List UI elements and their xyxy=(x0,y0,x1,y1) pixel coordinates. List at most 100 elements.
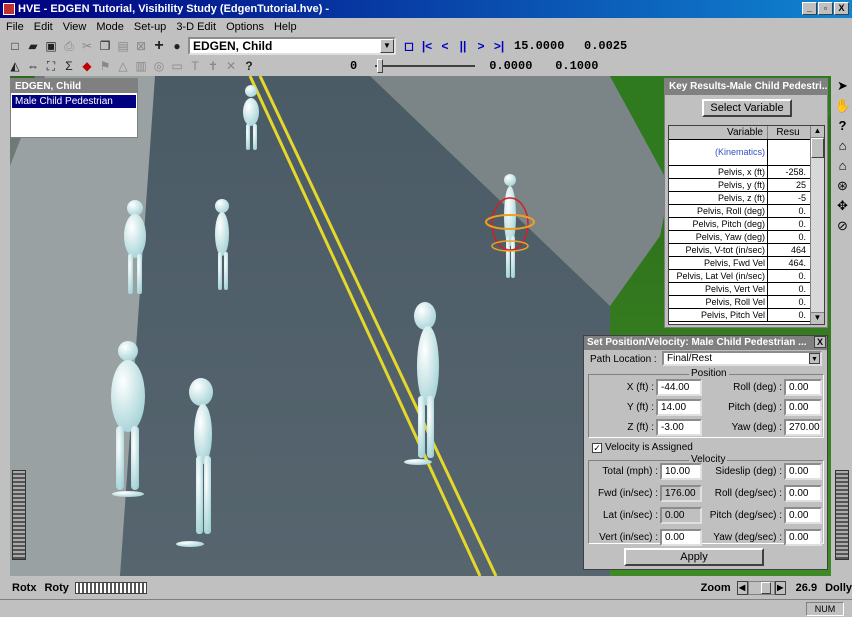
save-icon[interactable]: ▣ xyxy=(42,37,60,55)
col-variable[interactable]: Variable xyxy=(669,126,768,139)
table-row[interactable]: Pelvis, Pitch (deg) 0. xyxy=(669,218,824,231)
home-view-icon[interactable]: ⌂ xyxy=(835,158,851,174)
roty-thumbwheel[interactable] xyxy=(74,582,147,594)
velocity-checkbox-row[interactable]: ✓ Velocity is Assigned xyxy=(592,442,693,453)
close-button[interactable]: X xyxy=(834,2,849,15)
col-result[interactable]: Resu xyxy=(768,126,808,139)
add-object-icon[interactable]: + xyxy=(150,37,168,55)
roty-label[interactable]: Roty xyxy=(44,582,68,594)
right-vertical-slider[interactable] xyxy=(835,470,849,560)
hand-icon[interactable]: ✋ xyxy=(835,98,851,114)
scroll-down-icon[interactable]: ▼ xyxy=(811,312,824,324)
dolly-label[interactable]: Dolly xyxy=(825,582,852,594)
pitch-field[interactable]: 0.00 xyxy=(784,399,822,416)
print-icon[interactable]: ⎙ xyxy=(60,37,78,55)
rewind-start-icon[interactable]: |< xyxy=(418,37,436,55)
total-field[interactable]: 10.00 xyxy=(660,463,702,480)
dialog-close-button[interactable]: X xyxy=(814,336,826,348)
environment-icon[interactable]: ⛶ xyxy=(42,57,60,75)
zoom-right-icon[interactable]: ▶ xyxy=(774,581,786,595)
roll-rate-field[interactable]: 0.00 xyxy=(784,485,822,502)
play-icon[interactable]: > xyxy=(472,37,490,55)
open-folder-icon[interactable]: ▰ xyxy=(24,37,42,55)
y-field[interactable]: 14.00 xyxy=(656,399,702,416)
triangle-icon[interactable]: △ xyxy=(114,57,132,75)
menu-view[interactable]: View xyxy=(63,21,87,33)
table-row[interactable]: Pelvis, V-tot (in/sec) 464 xyxy=(669,244,824,257)
table-row[interactable]: Pelvis, Roll (deg) 0. xyxy=(669,205,824,218)
menu-setup[interactable]: Set-up xyxy=(134,21,166,33)
paste-icon[interactable]: ▤ xyxy=(114,37,132,55)
object-list-item[interactable]: Male Child Pedestrian xyxy=(12,95,136,108)
human-icon[interactable]: ● xyxy=(168,37,186,55)
chevron-down-icon[interactable]: ▼ xyxy=(380,39,394,53)
rotx-label[interactable]: Rotx xyxy=(12,582,36,594)
new-file-icon[interactable]: □ xyxy=(6,37,24,55)
menu-3d-edit[interactable]: 3-D Edit xyxy=(176,21,216,33)
chevron-down-icon[interactable]: ▼ xyxy=(809,353,820,364)
left-vertical-slider[interactable] xyxy=(12,470,26,560)
text-icon[interactable]: T xyxy=(186,57,204,75)
roll-field[interactable]: 0.00 xyxy=(784,379,822,396)
minimize-button[interactable]: _ xyxy=(802,2,817,15)
menu-help[interactable]: Help xyxy=(274,21,297,33)
zoom-thumb[interactable] xyxy=(760,582,771,594)
maximize-button[interactable]: ▫ xyxy=(818,2,833,15)
question-icon[interactable]: ? xyxy=(835,118,851,134)
key-results-scrollbar[interactable]: ▲ ▼ xyxy=(810,126,824,324)
table-row[interactable]: (Kinematics) xyxy=(669,140,824,166)
cross-icon[interactable]: ✕ xyxy=(222,57,240,75)
yaw-field[interactable]: 270.00 xyxy=(784,419,822,436)
pin-icon[interactable]: ✝ xyxy=(204,57,222,75)
orbit-icon[interactable]: ⊛ xyxy=(835,178,851,194)
vehicle-icon[interactable]: ◭ xyxy=(6,57,24,75)
copy-icon[interactable]: ❐ xyxy=(96,37,114,55)
z-field[interactable]: -3.00 xyxy=(656,419,702,436)
circle-icon[interactable]: ◎ xyxy=(150,57,168,75)
delete-icon[interactable]: ⊠ xyxy=(132,37,150,55)
pointer-icon[interactable]: ➤ xyxy=(835,78,851,94)
table-row[interactable]: Pelvis, Roll Vel 0. xyxy=(669,296,824,309)
menu-mode[interactable]: Mode xyxy=(96,21,124,33)
table-row[interactable]: Pelvis, x (ft) -258. xyxy=(669,166,824,179)
table-row[interactable]: Pelvis, Fwd Vel 464. xyxy=(669,257,824,270)
help-icon[interactable]: ? xyxy=(240,57,258,75)
pause-icon[interactable]: || xyxy=(454,37,472,55)
sideslip-field[interactable]: 0.00 xyxy=(784,463,822,480)
cut-icon[interactable]: ✂ xyxy=(78,37,96,55)
zoom-left-icon[interactable]: ◀ xyxy=(736,581,748,595)
vert-field[interactable]: 0.00 xyxy=(660,529,702,546)
path-icon[interactable]: ⇔ xyxy=(24,57,42,75)
table-row[interactable]: Pelvis, Vert Vel 0. xyxy=(669,283,824,296)
step-back-icon[interactable]: < xyxy=(436,37,454,55)
scroll-up-icon[interactable]: ▲ xyxy=(811,126,824,138)
menu-file[interactable]: File xyxy=(6,21,24,33)
forward-end-icon[interactable]: >| xyxy=(490,37,508,55)
sigma-icon[interactable]: Σ xyxy=(60,57,78,75)
table-row[interactable]: Pelvis, Lat Vel (in/sec) 0. xyxy=(669,270,824,283)
pitch-rate-field[interactable]: 0.00 xyxy=(784,507,822,524)
move-icon[interactable]: ✥ xyxy=(835,198,851,214)
box-icon[interactable]: ▭ xyxy=(168,57,186,75)
table-row[interactable]: Pelvis, Yaw (deg) 0. xyxy=(669,231,824,244)
velocity-checkbox[interactable]: ✓ xyxy=(592,442,602,453)
apply-button[interactable]: Apply xyxy=(624,548,764,566)
menu-options[interactable]: Options xyxy=(226,21,264,33)
cylinder-icon[interactable]: ▥ xyxy=(132,57,150,75)
home-icon[interactable]: ⌂ xyxy=(835,138,851,154)
scroll-thumb[interactable] xyxy=(811,138,824,158)
table-row[interactable]: Pelvis, y (ft) 25 xyxy=(669,179,824,192)
zoom-slider[interactable] xyxy=(747,581,775,595)
table-row[interactable]: Pelvis, z (ft) -5 xyxy=(669,192,824,205)
table-row[interactable]: Pelvis, Pitch Vel 0. xyxy=(669,309,824,322)
menu-edit[interactable]: Edit xyxy=(34,21,53,33)
time-slider[interactable] xyxy=(375,59,476,73)
stop-icon[interactable]: ◻ xyxy=(400,37,418,55)
event-icon[interactable]: ◆ xyxy=(78,57,96,75)
flag-icon[interactable]: ⚑ xyxy=(96,57,114,75)
fly-icon[interactable]: ⊘ xyxy=(835,218,851,234)
select-variable-button[interactable]: Select Variable xyxy=(702,99,792,117)
time-slider-thumb[interactable] xyxy=(377,59,384,73)
object-select[interactable]: EDGEN, Child ▼ xyxy=(188,37,396,55)
path-location-select[interactable]: Final/Rest ▼ xyxy=(662,351,822,366)
